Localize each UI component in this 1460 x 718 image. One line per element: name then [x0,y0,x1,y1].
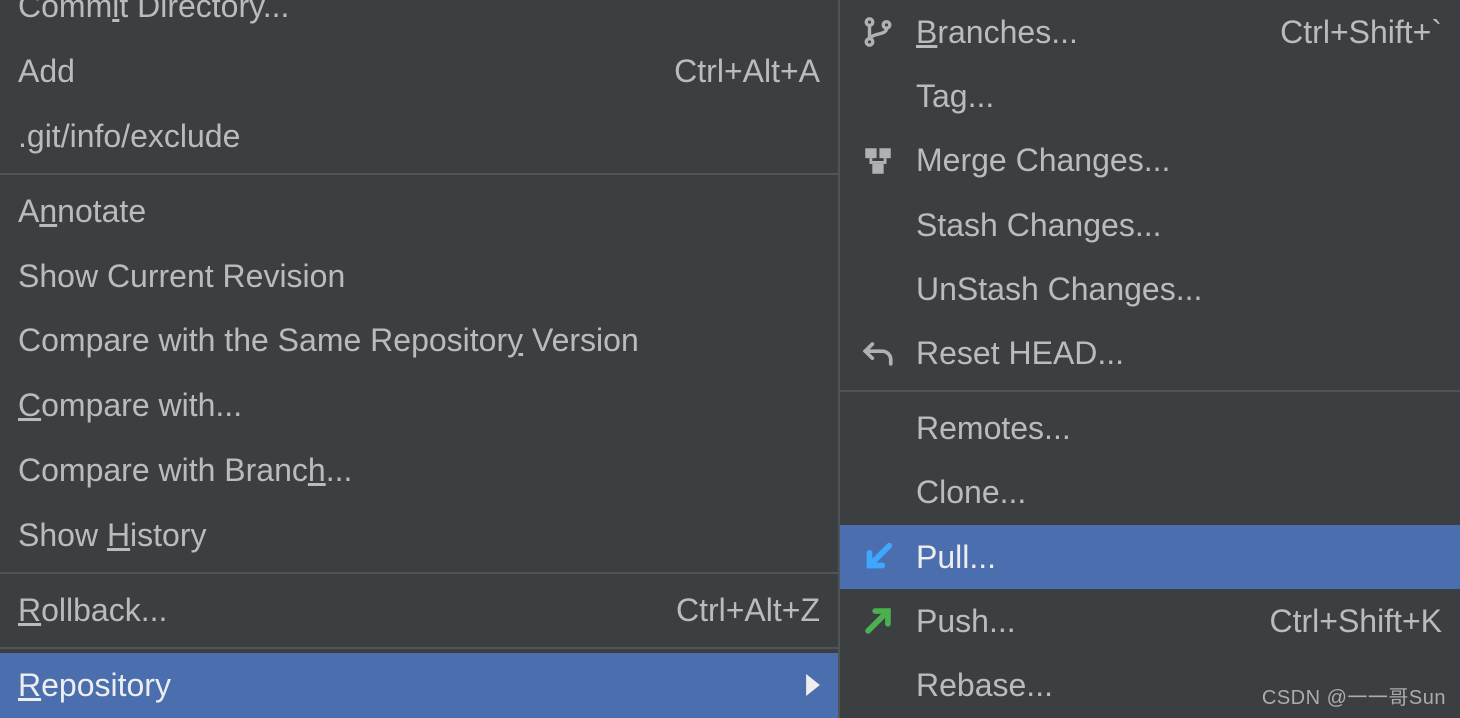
menu-item-git-exclude[interactable]: .git/info/exclude [0,104,838,169]
blank-icon [840,654,916,718]
menu-item-label: Remotes... [916,410,1442,447]
blank-icon [840,396,916,460]
menu-item-branches[interactable]: Branches...Ctrl+Shift+` [840,0,1460,64]
menu-item-label: Push... [916,603,1249,640]
menu-item-rollback[interactable]: Rollback...Ctrl+Alt+Z [0,578,838,643]
menu-item-push[interactable]: Push...Ctrl+Shift+K [840,589,1460,653]
menu-item-label: Stash Changes... [916,207,1442,244]
watermark: CSDN @一一哥Sun [1262,681,1446,710]
menu-item-label: Pull... [916,539,1442,576]
repository-submenu: Branches...Ctrl+Shift+` Tag... Merge Chang… [840,0,1460,718]
menu-item-pull[interactable]: Pull... [840,525,1460,589]
menu-item-remotes[interactable]: Remotes... [840,396,1460,460]
menu-item-shortcut: Ctrl+Shift+K [1249,603,1442,640]
menu-item-show-rev[interactable]: Show Current Revision [0,244,838,309]
undo-icon [840,322,916,386]
menu-item-add[interactable]: AddCtrl+Alt+A [0,39,838,104]
menu-item-label: Tag... [916,78,1442,115]
blank-icon [840,64,916,128]
menu-item-shortcut: Ctrl+Shift+` [1260,14,1442,51]
merge-icon [840,129,916,193]
blank-icon [840,193,916,257]
menu-item-label: Compare with the Same Repository Version [18,322,820,359]
menu-item-label: Commit Directory... [18,0,820,25]
menu-item-annotate[interactable]: Annotate [0,179,838,244]
menu-separator [840,390,1460,392]
blank-icon [840,257,916,321]
menu-item-stash[interactable]: Stash Changes... [840,193,1460,257]
menu-item-commit-dir[interactable]: Commit Directory... [0,0,838,39]
menu-item-repository[interactable]: Repository [0,653,838,718]
menu-item-compare-same[interactable]: Compare with the Same Repository Version [0,309,838,374]
menu-separator [0,647,838,649]
vcs-context-menu: Commit Directory... AddCtrl+Alt+A .git/inf… [0,0,840,718]
menu-item-label: Merge Changes... [916,142,1442,179]
menu-item-label: Show Current Revision [18,258,820,295]
menu-item-shortcut: Ctrl+Alt+A [654,53,820,90]
menu-item-label: Compare with Branch... [18,452,820,489]
menu-item-merge[interactable]: Merge Changes... [840,129,1460,193]
menu-item-label: Repository [18,667,800,704]
context-menus: Commit Directory... AddCtrl+Alt+A .git/inf… [0,0,1460,718]
menu-item-label: UnStash Changes... [916,271,1442,308]
push-icon [840,589,916,653]
menu-separator [0,173,838,175]
menu-item-label: Rollback... [18,592,656,629]
menu-separator [0,572,838,574]
submenu-arrow-icon [800,667,820,704]
pull-icon [840,525,916,589]
menu-item-label: Compare with... [18,387,820,424]
menu-item-compare-with[interactable]: Compare with... [0,373,838,438]
menu-item-shortcut: Ctrl+Alt+Z [656,592,820,629]
menu-item-label: Annotate [18,193,820,230]
menu-item-tag[interactable]: Tag... [840,64,1460,128]
branch-icon [840,0,916,64]
menu-item-label: Clone... [916,474,1442,511]
blank-icon [840,461,916,525]
menu-item-reset-head[interactable]: Reset HEAD... [840,322,1460,386]
menu-item-label: Add [18,53,654,90]
menu-item-label: Show History [18,517,820,554]
menu-item-unstash[interactable]: UnStash Changes... [840,257,1460,321]
menu-item-show-history[interactable]: Show History [0,503,838,568]
menu-item-label: .git/info/exclude [18,118,820,155]
menu-item-label: Reset HEAD... [916,335,1442,372]
menu-item-clone[interactable]: Clone... [840,461,1460,525]
menu-item-compare-branch[interactable]: Compare with Branch... [0,438,838,503]
menu-item-label: Branches... [916,14,1260,51]
